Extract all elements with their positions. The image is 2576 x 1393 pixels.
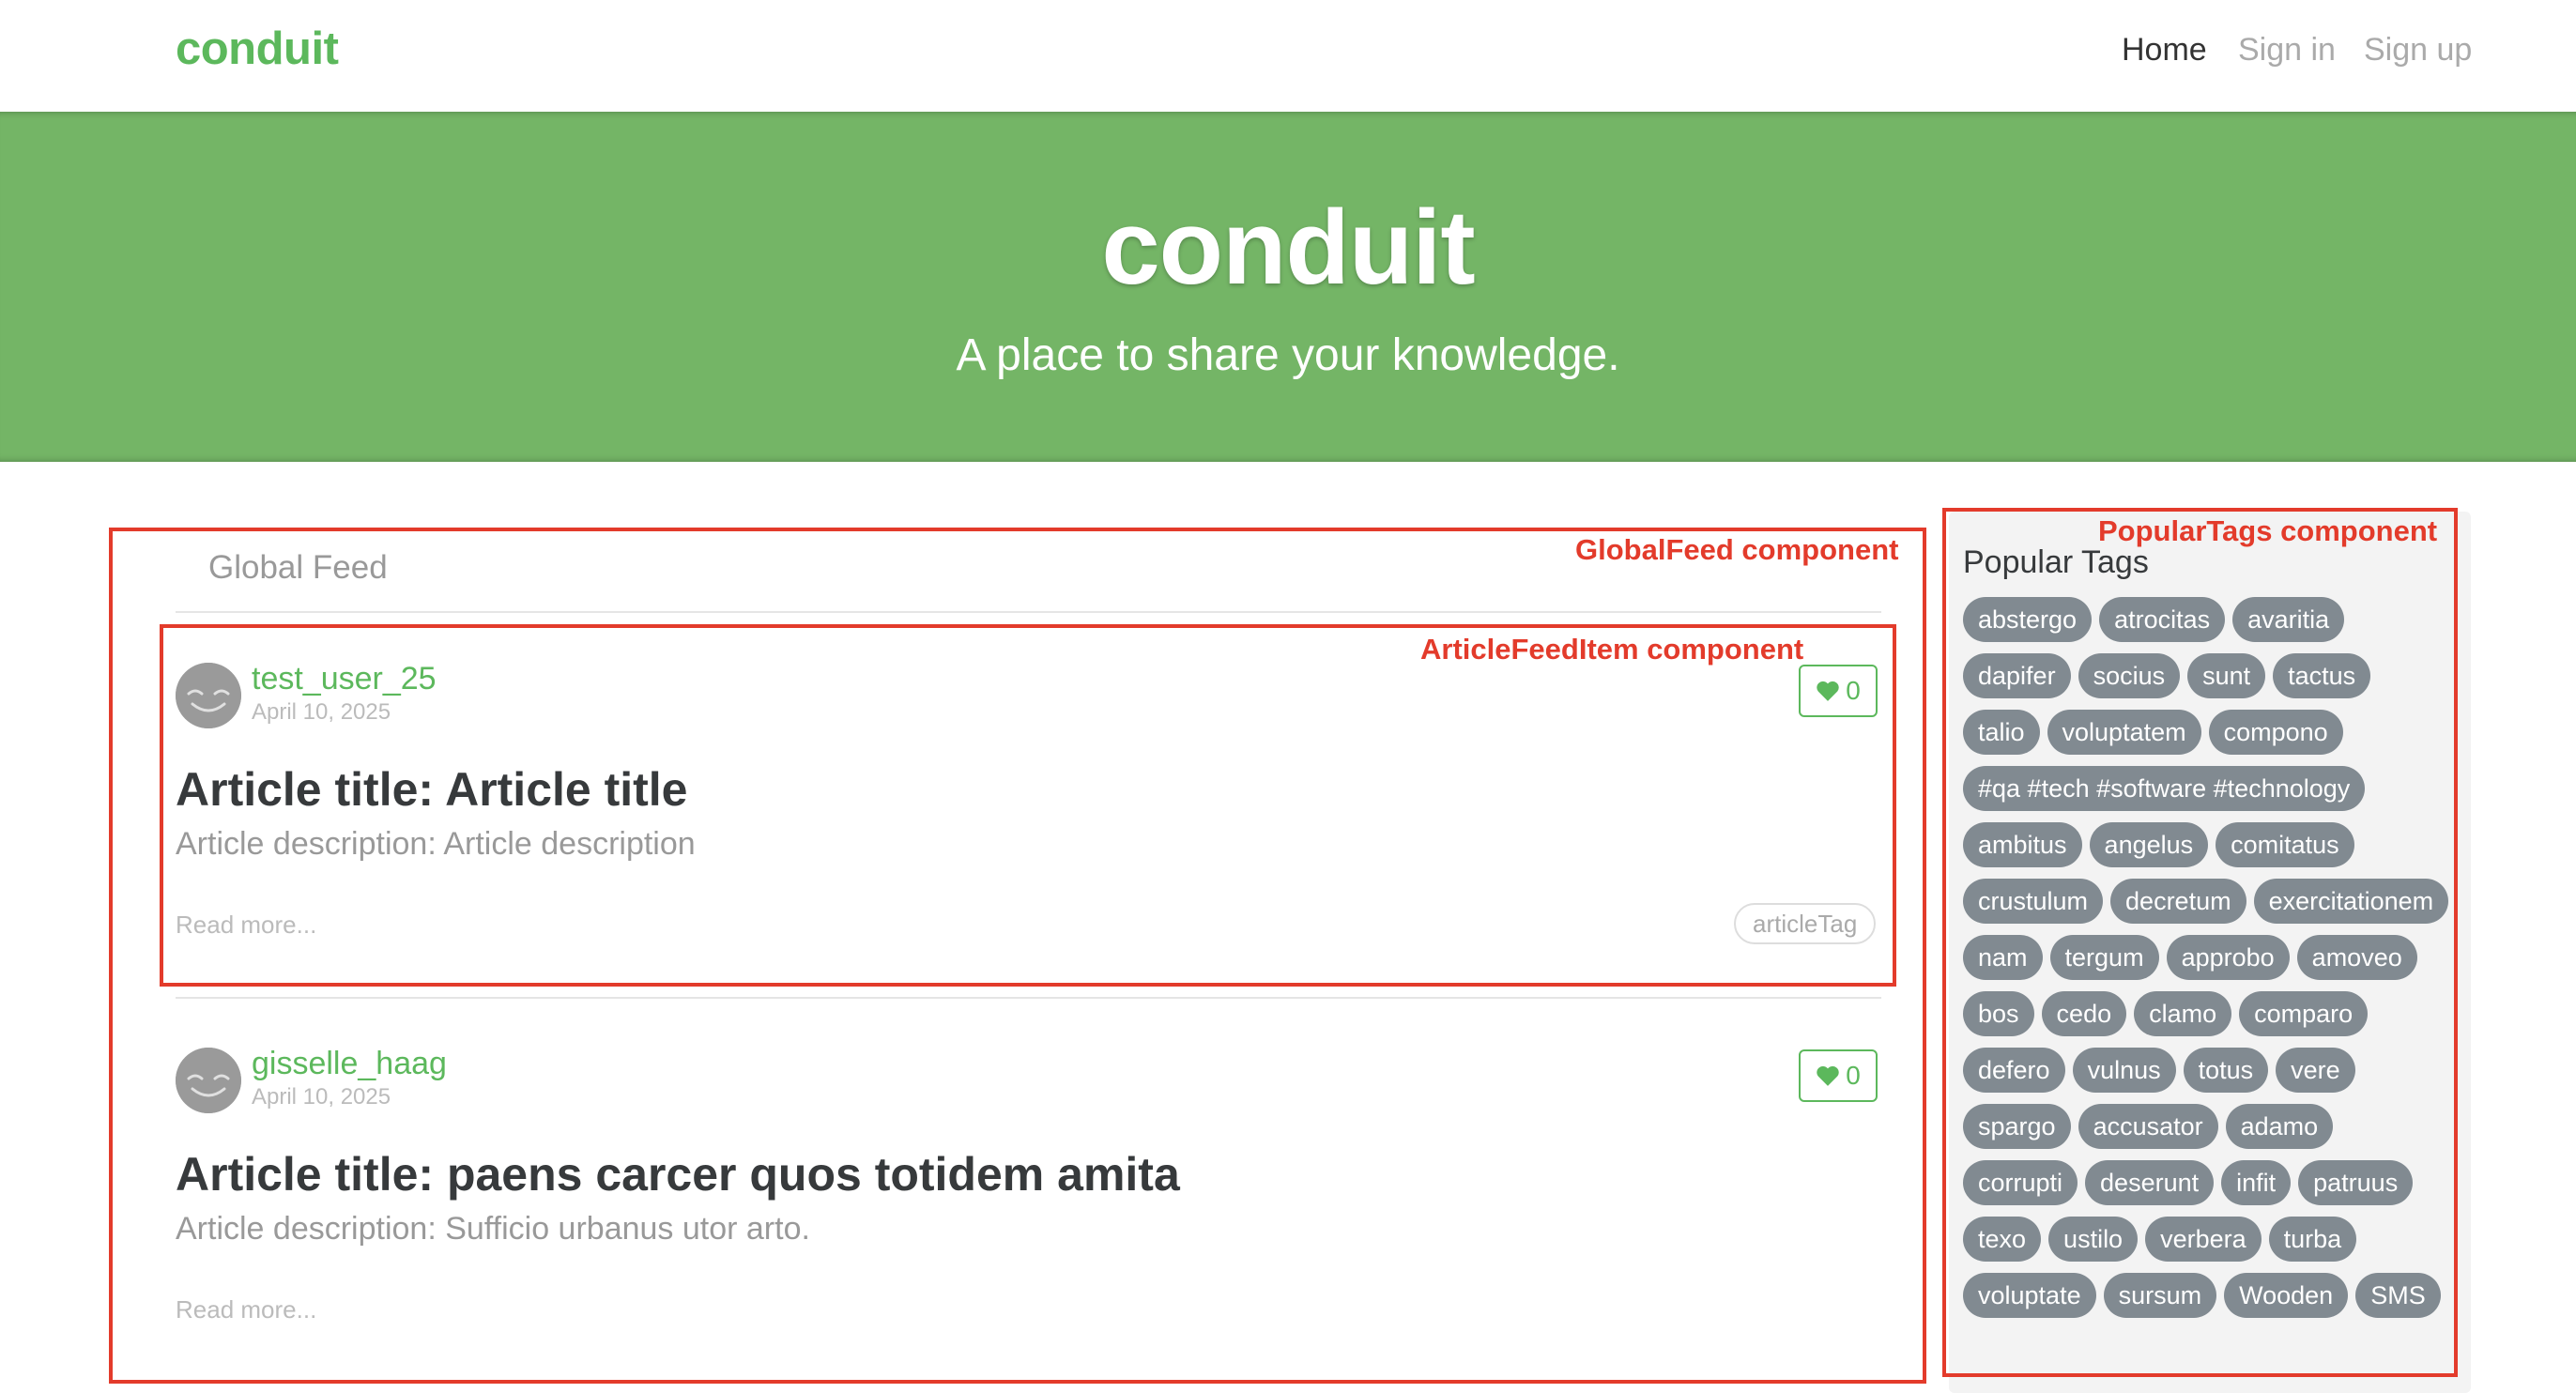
nav-sign-up-link[interactable]: Sign up bbox=[2364, 32, 2472, 69]
nav-home-link[interactable]: Home bbox=[2122, 32, 2207, 69]
brand-logo[interactable]: conduit bbox=[176, 23, 339, 75]
navbar: conduit Home Sign in Sign up bbox=[0, 0, 2576, 112]
populartags-annotation-box bbox=[1942, 508, 2458, 1377]
populartags-annotation-label: PopularTags component bbox=[2098, 514, 2438, 547]
articlefeeditem-annotation-label: ArticleFeedItem component bbox=[1420, 633, 1804, 666]
articlefeeditem-annotation-box bbox=[160, 624, 1896, 987]
nav-sign-in-link[interactable]: Sign in bbox=[2238, 32, 2336, 69]
banner-title: conduit bbox=[1101, 189, 1475, 306]
hero-banner: conduit A place to share your knowledge. bbox=[0, 112, 2576, 462]
globalfeed-annotation-label: GlobalFeed component bbox=[1575, 533, 1899, 566]
banner-subtitle: A place to share your knowledge. bbox=[956, 330, 1620, 380]
